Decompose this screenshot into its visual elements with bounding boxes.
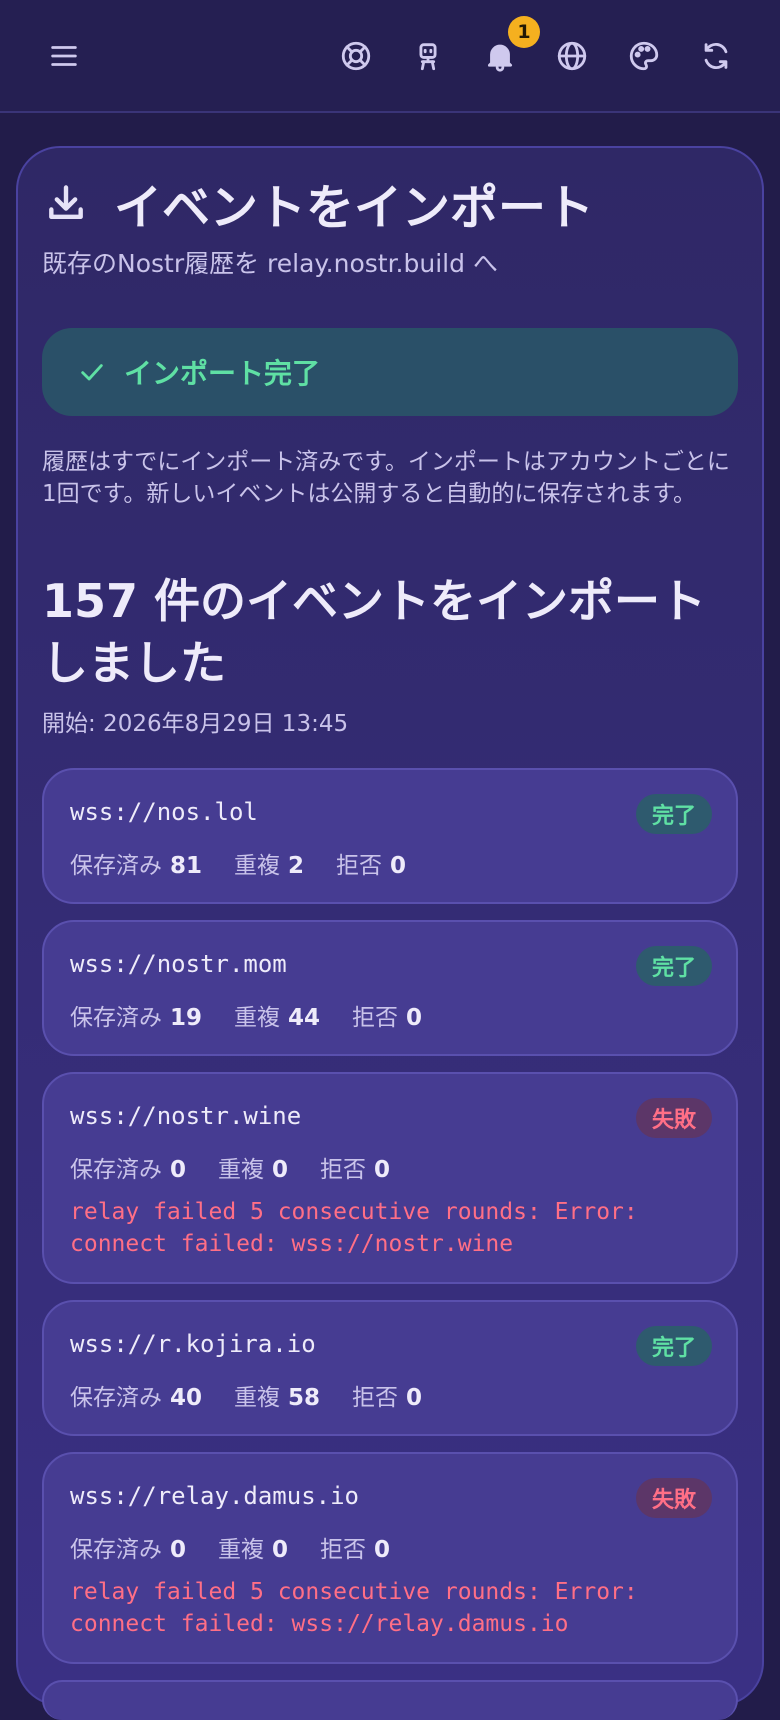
rejected-stat: 拒否 0	[320, 1157, 391, 1183]
relay-stats: 保存済み 40 重複 58 拒否 0	[70, 1378, 454, 1412]
relay-card: wss://nostr.mom 完了 保存済み 19 重複 44 拒否 0	[42, 920, 738, 1056]
import-complete-banner: インポート完了	[42, 328, 738, 416]
relay-card: wss://nostr.wine 失敗 保存済み 0 重複 0 拒否 0 relay …	[42, 1072, 738, 1284]
top-bar: 1	[0, 0, 780, 113]
page-subtitle: 既存のNostr履歴を relay.nostr.build へ	[42, 249, 498, 278]
import-complete-label: インポート完了	[124, 357, 321, 390]
relay-url: wss://nostr.wine	[70, 1102, 302, 1130]
duplicate-stat: 重複 2	[234, 853, 305, 879]
robot-icon[interactable]	[404, 32, 452, 80]
relay-stats: 保存済み 19 重複 44 拒否 0	[70, 998, 454, 1032]
relay-card: wss://relay.damus.io 失敗 保存済み 0 重複 0 拒否 0 re…	[42, 1452, 738, 1664]
notification-badge: 1	[508, 16, 540, 48]
relay-url: wss://r.kojira.io	[70, 1330, 316, 1358]
relay-stats: 保存済み 0 重複 0 拒否 0	[70, 1530, 422, 1564]
saved-stat: 保存済み 0	[70, 1537, 187, 1563]
saved-stat: 保存済み 0	[70, 1157, 187, 1183]
relay-error-message: relay failed 5 consecutive rounds: Error…	[70, 1199, 638, 1257]
relay-stats: 保存済み 0 重複 0 拒否 0	[70, 1150, 422, 1184]
import-summary-headline: 157 件のイベントをインポートしました	[42, 574, 707, 690]
check-icon	[81, 364, 103, 381]
palette-icon[interactable]	[620, 32, 668, 80]
status-badge: 失敗	[635, 1478, 712, 1518]
relay-stats: 保存済み 81 重複 2 拒否 0	[70, 846, 438, 880]
relay-card-partial	[42, 1680, 738, 1720]
relay-error-message: relay failed 5 consecutive rounds: Error…	[70, 1579, 638, 1637]
status-badge: 完了	[635, 1326, 712, 1366]
import-start-time: 開始: 2026年8月29日 13:45	[42, 711, 349, 737]
rejected-stat: 拒否 0	[352, 1385, 423, 1411]
saved-stat: 保存済み 19	[70, 1005, 203, 1031]
refresh-icon[interactable]	[692, 32, 740, 80]
rejected-stat: 拒否 0	[352, 1005, 423, 1031]
page-title: イベントをインポート	[114, 180, 595, 236]
saved-stat: 保存済み 81	[70, 853, 203, 879]
status-badge: 完了	[635, 946, 712, 986]
status-badge: 完了	[635, 794, 712, 834]
relay-url: wss://nostr.mom	[70, 950, 287, 978]
duplicate-stat: 重複 0	[218, 1537, 289, 1563]
saved-stat: 保存済み 40	[70, 1385, 203, 1411]
rejected-stat: 拒否 0	[320, 1537, 391, 1563]
info-text: 履歴はすでにインポート済みです。インポートはアカウントごとに1回です。新しいイベ…	[42, 449, 730, 507]
help-icon[interactable]	[332, 32, 380, 80]
rejected-stat: 拒否 0	[336, 853, 407, 879]
download-icon	[44, 182, 88, 226]
relay-url: wss://nos.lol	[70, 798, 258, 826]
status-badge: 失敗	[635, 1098, 712, 1138]
duplicate-stat: 重複 0	[218, 1157, 289, 1183]
globe-icon[interactable]	[548, 32, 596, 80]
relay-card: wss://nos.lol 完了 保存済み 81 重複 2 拒否 0	[42, 768, 738, 904]
menu-icon[interactable]	[40, 32, 88, 80]
duplicate-stat: 重複 44	[234, 1005, 321, 1031]
relay-url: wss://relay.damus.io	[70, 1482, 359, 1510]
relay-card: wss://r.kojira.io 完了 保存済み 40 重複 58 拒否 0	[42, 1300, 738, 1436]
duplicate-stat: 重複 58	[234, 1385, 321, 1411]
